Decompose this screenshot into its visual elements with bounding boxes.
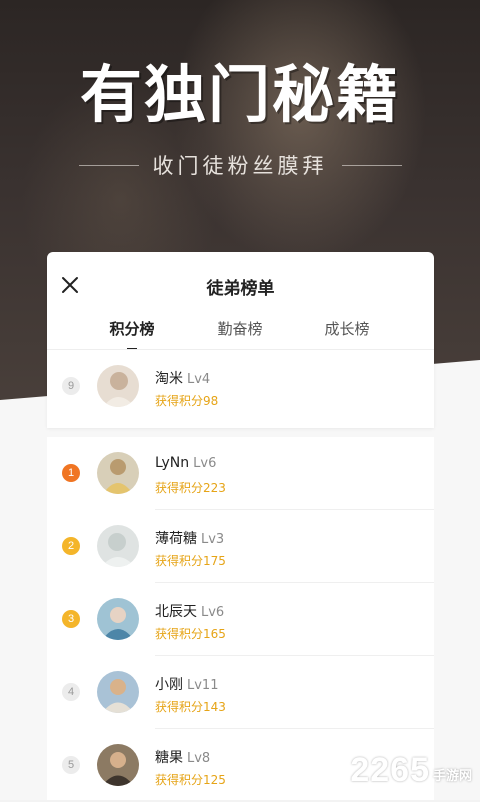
- list-item[interactable]: 2 薄荷糖 Lv3 获得积分175: [47, 510, 434, 583]
- card-title: 徒弟榜单: [206, 279, 275, 299]
- list-item[interactable]: 3 北辰天 Lv6 获得积分165: [47, 583, 434, 656]
- user-name-text: 糖果: [155, 750, 183, 766]
- ranking-list: 1 LyNn Lv6 获得积分223 2 薄荷糖 Lv3 获得积分175 3 北辰天…: [47, 437, 434, 800]
- user-level: Lv4: [187, 372, 211, 387]
- watermark-number: 2265: [350, 751, 430, 789]
- rank-badge: 1: [62, 464, 80, 482]
- user-name-text: 小刚: [155, 677, 183, 693]
- user-score: 获得积分125: [155, 773, 226, 787]
- user-score: 获得积分223: [155, 481, 226, 495]
- user-name: LyNn Lv6: [155, 455, 216, 471]
- tab-growth[interactable]: 成长榜: [297, 318, 397, 339]
- list-item[interactable]: 1 LyNn Lv6 获得积分223: [47, 437, 434, 510]
- user-name: 糖果 Lv8: [155, 747, 210, 767]
- avatar: [97, 365, 139, 407]
- user-score: 获得积分98: [155, 394, 219, 408]
- user-name-text: 薄荷糖: [155, 531, 197, 547]
- watermark: 2265 手游网: [350, 751, 472, 790]
- user-name-text: 北辰天: [155, 604, 197, 620]
- user-level: Lv8: [187, 751, 211, 766]
- user-score: 获得积分143: [155, 700, 226, 714]
- user-name-text: 淘米: [155, 371, 183, 387]
- subtitle-divider-left: [78, 164, 139, 166]
- user-name: 薄荷糖 Lv3: [155, 528, 224, 548]
- user-name: 小刚 Lv11: [155, 674, 218, 694]
- hero-subtitle-row: 收门徒粉丝膜拜: [0, 150, 480, 180]
- list-item[interactable]: 4 小刚 Lv11 获得积分143: [47, 656, 434, 729]
- avatar: [97, 671, 139, 713]
- tab-bar: 积分榜 勤奋榜 成长榜: [47, 318, 434, 352]
- tab-points[interactable]: 积分榜: [82, 318, 182, 339]
- user-name-text: LyNn: [155, 455, 190, 471]
- avatar: [97, 598, 139, 640]
- user-level: Lv11: [187, 678, 219, 693]
- rank-badge: 9: [62, 377, 80, 395]
- hero-title: 有独门秘籍: [79, 58, 400, 131]
- watermark-site: 手游网: [432, 769, 472, 784]
- rank-badge: 2: [62, 537, 80, 555]
- user-level: Lv6: [193, 456, 217, 471]
- user-level: Lv3: [201, 532, 225, 547]
- rank-badge: 4: [62, 683, 80, 701]
- rank-badge: 3: [62, 610, 80, 628]
- avatar: [97, 525, 139, 567]
- rank-badge: 5: [62, 756, 80, 774]
- hero-subtitle: 收门徒粉丝膜拜: [152, 154, 328, 178]
- user-score: 获得积分165: [155, 627, 226, 641]
- user-name: 淘米 Lv4: [155, 368, 210, 388]
- leaderboard-card: 徒弟榜单 积分榜 勤奋榜 成长榜 9 淘米 Lv4 获得积分98: [47, 252, 434, 428]
- user-level: Lv6: [201, 605, 225, 620]
- subtitle-divider-right: [341, 164, 402, 166]
- avatar: [97, 452, 139, 494]
- avatar: [97, 744, 139, 786]
- user-score: 获得积分175: [155, 554, 226, 568]
- tab-diligence[interactable]: 勤奋榜: [190, 318, 290, 339]
- my-rank-row[interactable]: 9 淘米 Lv4 获得积分98: [47, 350, 434, 423]
- user-name: 北辰天 Lv6: [155, 601, 224, 621]
